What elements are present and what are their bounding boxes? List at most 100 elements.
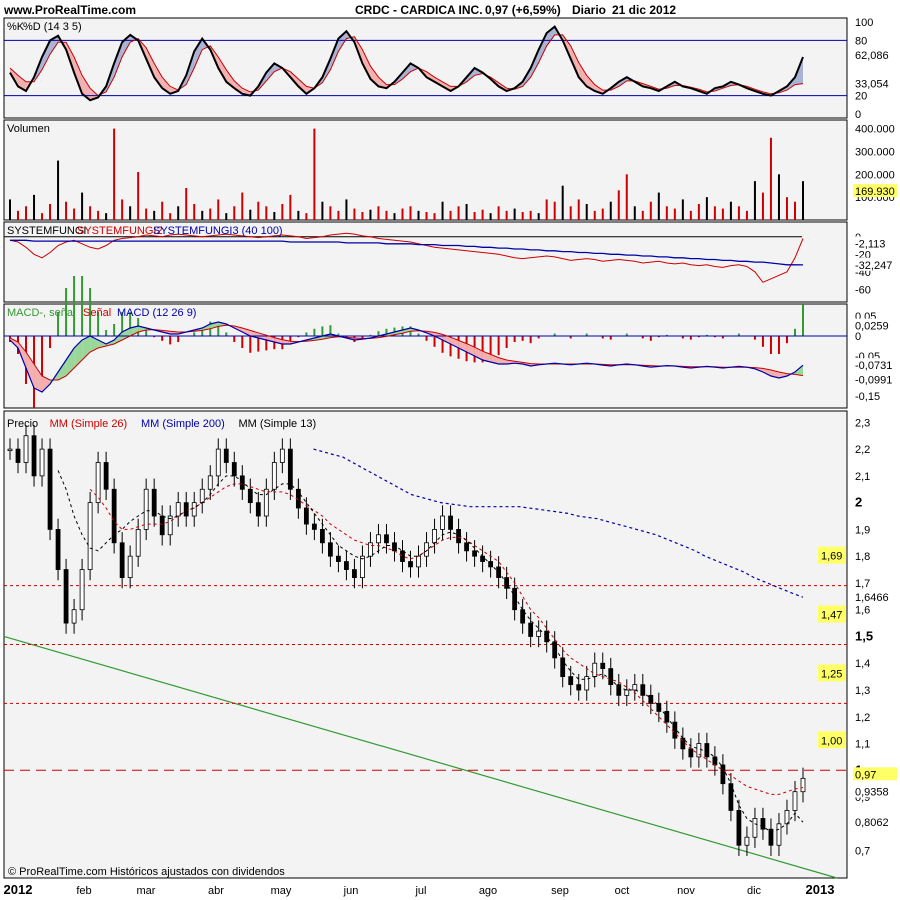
- candle-body: [464, 542, 469, 552]
- price-tick: 1,4: [855, 658, 870, 670]
- candle-body: [255, 502, 261, 517]
- candle-body: [47, 448, 53, 530]
- price-tick: 1,8: [855, 551, 870, 563]
- candle-body: [279, 448, 285, 463]
- x-axis-label: oct: [615, 885, 630, 897]
- candle-body: [71, 609, 77, 624]
- candle-body: [744, 836, 750, 846]
- candle-body: [352, 569, 357, 578]
- price-value-tag: 0,8062: [855, 817, 889, 829]
- x-axis-label: jun: [343, 885, 359, 897]
- systemfungi-value-1: -2,113: [855, 239, 885, 251]
- candle-body: [143, 488, 149, 530]
- candle-body: [376, 534, 381, 544]
- candle-body: [15, 448, 21, 463]
- stochastic-value-d: 33,054: [855, 79, 889, 91]
- legend-item: SYSTEMFUNGI3 (40 100): [153, 225, 283, 237]
- candle-body: [199, 488, 205, 504]
- candle-body: [384, 534, 389, 544]
- candle-body: [55, 529, 61, 570]
- stochastic-value-k: 62,086: [855, 50, 889, 62]
- candle-body: [344, 561, 349, 570]
- candle-body: [328, 542, 333, 557]
- candle-body: [672, 721, 678, 739]
- stochastic-tick: 100: [855, 17, 873, 29]
- candle-body: [175, 502, 181, 517]
- candle-body: [600, 662, 606, 669]
- price-tick: 1,9: [855, 524, 870, 536]
- stochastic-tick: 20: [855, 91, 867, 103]
- candle-body: [95, 462, 101, 504]
- macd-value-3: -0,0991: [855, 375, 892, 387]
- x-axis-label: may: [271, 885, 292, 897]
- candle-body: [800, 777, 806, 793]
- candle-body: [87, 502, 93, 570]
- candle-body: [223, 448, 229, 463]
- candle-body: [568, 676, 574, 686]
- candle-body: [704, 743, 710, 758]
- x-axis-label: abr: [208, 885, 224, 897]
- systemfungi-tick: -60: [855, 284, 871, 296]
- macd-value-1: 0,0259: [855, 321, 889, 333]
- x-axis-label: 2013: [806, 882, 835, 897]
- candle-body: [448, 515, 453, 530]
- candle-body: [776, 823, 782, 846]
- candle-body: [79, 569, 85, 611]
- candle-body: [247, 488, 253, 504]
- candle-body: [608, 668, 614, 686]
- x-axis-label: feb: [76, 885, 91, 897]
- candle-body: [640, 684, 646, 696]
- price-value-tag: 0,97: [855, 769, 876, 781]
- legend-item: MACD (12 26 9): [117, 307, 196, 319]
- stochastic-panel: [3, 17, 848, 119]
- candle-body: [239, 475, 245, 490]
- x-axis-label: jul: [414, 885, 426, 897]
- candle-body: [336, 555, 341, 562]
- level-label: 1,69: [821, 551, 842, 563]
- candle-body: [23, 435, 29, 463]
- legend-item: %D (14 3 5): [23, 21, 82, 33]
- candle-body: [319, 529, 325, 544]
- candle-body: [400, 550, 405, 562]
- candle-body: [231, 462, 237, 477]
- candle-body: [736, 810, 742, 846]
- price-tick: 1,6: [855, 605, 870, 617]
- volume-value: 169.930: [855, 186, 895, 198]
- candle-body: [728, 783, 734, 811]
- candle-body: [183, 502, 189, 517]
- legend-item: MM (Simple 200): [141, 418, 225, 430]
- price-value-tag: 0,9358: [855, 786, 889, 798]
- candle-body: [760, 818, 766, 830]
- candle-body: [520, 609, 526, 624]
- macd-tick: -0,15: [855, 391, 880, 403]
- x-axis-label: mar: [137, 885, 156, 897]
- x-axis-label: dic: [747, 885, 762, 897]
- stochastic-tick: 0: [855, 109, 861, 121]
- candle-body: [191, 502, 197, 517]
- systemfungi-value-2: -32,247: [855, 260, 892, 272]
- chart-root: www.ProRealTime.com CRDC - CARDICA INC. …: [0, 0, 900, 900]
- candle-body: [287, 448, 293, 490]
- price-tick: 1,3: [855, 685, 870, 697]
- level-label: 1,47: [821, 610, 842, 622]
- price-tick: 1,1: [855, 739, 870, 751]
- x-axis-label: 2012: [4, 882, 33, 897]
- price-tick: 1,2: [855, 712, 870, 724]
- price-tick: 1,5: [855, 628, 873, 643]
- candle-body: [63, 569, 69, 624]
- candle-body: [544, 630, 550, 643]
- candle-body: [31, 435, 37, 477]
- price-tick: 2,1: [855, 471, 870, 483]
- volume-tick: 200.000: [855, 169, 895, 181]
- footer-credit: © ProRealTime.com Históricos ajustados c…: [8, 866, 285, 878]
- candle-body: [632, 684, 638, 691]
- candle-body: [624, 689, 630, 696]
- volume-tick: 300.000: [855, 146, 895, 158]
- candle-body: [440, 515, 445, 530]
- legend-item: MM (Simple 13): [239, 418, 317, 430]
- candle-body: [159, 515, 165, 536]
- candle-body: [135, 529, 141, 557]
- candle-body: [119, 542, 125, 578]
- candle-body: [151, 488, 157, 517]
- candle-body: [784, 810, 790, 825]
